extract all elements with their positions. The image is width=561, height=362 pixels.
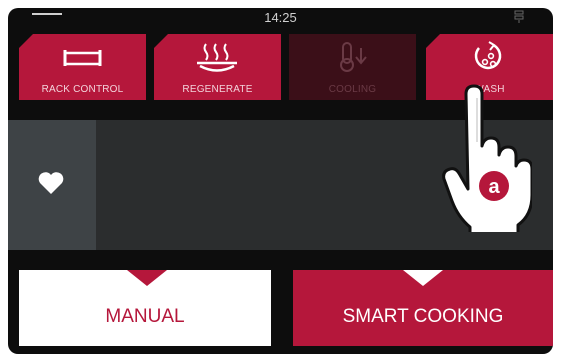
manual-tab-indicator (127, 270, 167, 286)
manual-label: MANUAL (105, 306, 185, 327)
callout-letter: a (488, 176, 500, 198)
rack-icon (63, 50, 102, 66)
rack-control-button[interactable]: RACK CONTROL (19, 34, 146, 100)
smart-cooking-button[interactable]: SMART COOKING (293, 270, 553, 346)
callout-badge: a (479, 171, 509, 201)
cooling-label: COOLING (328, 84, 377, 95)
heart-icon (38, 172, 64, 194)
smart-cooking-label: SMART COOKING (342, 306, 504, 327)
smart-cooking-tab-indicator (403, 270, 443, 286)
regenerate-icon (197, 43, 237, 72)
thermometer-down-icon (340, 42, 367, 72)
wash-icon (474, 41, 502, 70)
pointing-hand-icon: a (442, 84, 532, 232)
clock: 14:25 (264, 10, 297, 25)
manual-button[interactable]: MANUAL (19, 270, 271, 346)
favorites-button[interactable] (8, 120, 96, 250)
regenerate-button[interactable]: REGENERATE (154, 34, 281, 100)
rack-control-label: RACK CONTROL (41, 84, 124, 95)
cooling-button[interactable]: COOLING (289, 34, 416, 100)
status-bar: 14:25 (8, 8, 553, 30)
status-icon (514, 10, 524, 23)
regenerate-label: REGENERATE (182, 84, 253, 95)
